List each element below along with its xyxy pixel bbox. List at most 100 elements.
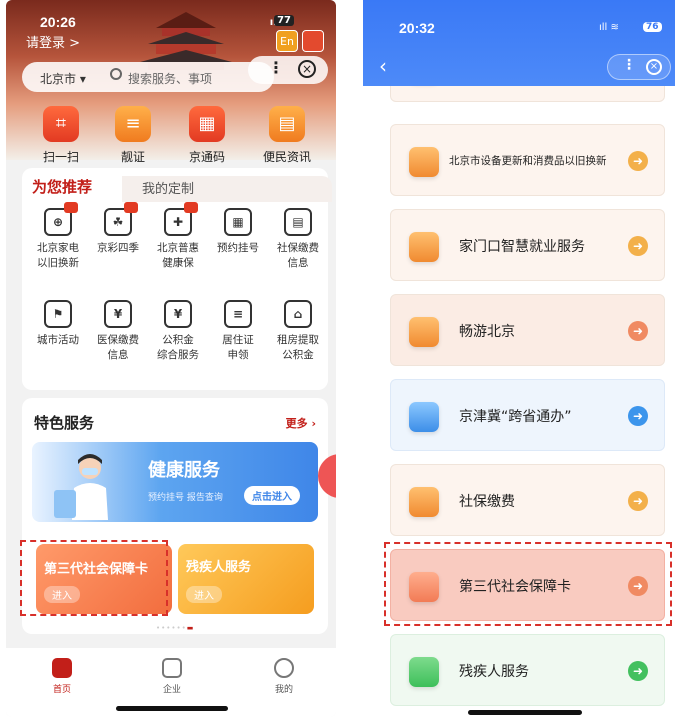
grid-label-2: 信息 (107, 349, 129, 361)
tab-mine[interactable]: 我的 (254, 658, 314, 695)
grid-label-1: 租房提取 (277, 334, 319, 346)
doctor-illustration (54, 454, 108, 520)
featured-title: 特色服务 (34, 414, 95, 432)
more-icon[interactable]: ⋮ (622, 57, 636, 73)
disability-service-banner[interactable]: 残疾人服务 进入 (178, 544, 314, 614)
grid-item[interactable]: ☘ 京彩四季 (88, 202, 148, 256)
miniapp-capsule: ⋮ × (248, 56, 328, 84)
quick-actions: ⌗ 扫一扫 ≡ 靓证 ▦ 京通码 ▤ 便民资讯 (6, 106, 336, 166)
grid-item[interactable]: ¥ 医保缴费 信息 (88, 300, 148, 363)
service-item[interactable]: 北京市设备更新和消费品以旧换新 ➜ (390, 124, 665, 196)
briefcase-icon (409, 232, 439, 262)
arrow-right-icon[interactable]: ➜ (628, 151, 648, 171)
health-enter-button[interactable]: 点击进入 (244, 486, 300, 505)
grid-item[interactable]: ▤ 社保缴费 信息 (268, 208, 328, 271)
service-item[interactable]: 残疾人服务 ➜ (390, 634, 665, 706)
grid-label-2: 信息 (287, 257, 309, 269)
service-item-partial[interactable] (390, 86, 665, 102)
quick-action-news[interactable]: ▤ 便民资讯 (252, 106, 322, 165)
quick-action-scan[interactable]: ⌗ 扫一扫 (26, 106, 96, 165)
id-card-icon (409, 487, 439, 517)
service-item[interactable]: 社保缴费 ➜ (390, 464, 665, 536)
grid-icon: ▤ (284, 208, 312, 236)
quick-action-id[interactable]: ≡ 靓证 (98, 106, 168, 165)
signal-icon: ıll ≋ (599, 22, 619, 33)
grid-glyph: ✚ (172, 215, 184, 229)
tab-home[interactable]: 首页 (32, 658, 92, 695)
language-button[interactable]: En (276, 30, 298, 52)
tab-recommend[interactable]: 为您推荐 (32, 176, 92, 197)
tab-label: 首页 (52, 685, 71, 695)
grid-glyph: ⊕ (52, 215, 64, 229)
grid-item[interactable]: ⚑ 城市活动 (28, 300, 88, 348)
health-subtitle: 预约挂号 报告查询 (148, 493, 223, 503)
grid-glyph: ▤ (292, 215, 304, 229)
service-label: 畅游北京 (459, 324, 515, 340)
close-icon[interactable]: × (298, 60, 316, 78)
grid-icon: ⌂ (284, 300, 312, 328)
grid-label-2: 申领 (227, 349, 249, 361)
arrow-right-icon[interactable]: ➜ (628, 661, 648, 681)
tab-custom[interactable]: 我的定制 (122, 176, 332, 202)
grid-item[interactable]: ⌂ 租房提取 公积金 (268, 300, 328, 363)
service-label: 北京市设备更新和消费品以旧换新 (449, 155, 607, 167)
more-icon[interactable]: ⋮ (268, 58, 284, 77)
news-icon: ▤ (269, 106, 305, 142)
quick-label: 便民资讯 (262, 150, 311, 164)
grid-label-1: 京彩四季 (97, 242, 139, 254)
grid-label-1: 城市活动 (37, 334, 79, 346)
grid-item[interactable]: ▦ 预约挂号 (208, 208, 268, 256)
renewal-icon (409, 147, 439, 177)
grid-icon: ☘ (104, 202, 138, 236)
grid-label-1: 北京普惠 (157, 242, 199, 254)
profile-badge-icon[interactable] (302, 30, 324, 52)
arrow-right-icon[interactable]: ➜ (628, 321, 648, 341)
disabled-enter-button[interactable]: 进入 (186, 586, 222, 603)
health-service-banner[interactable]: 健康服务 预约挂号 报告查询 点击进入 (32, 442, 318, 522)
arrow-right-icon[interactable]: ➜ (628, 236, 648, 256)
grid-item[interactable]: ≡ 居住证 申领 (208, 300, 268, 363)
grid-icon: ▦ (224, 208, 252, 236)
status-time: 20:26 (40, 14, 76, 30)
arrow-right-icon[interactable]: ➜ (628, 406, 648, 426)
service-label: 家门口智慧就业服务 (459, 239, 585, 255)
city-selector[interactable]: 北京市 ▾ (40, 70, 86, 87)
search-bar[interactable]: 北京市 ▾ 搜索服务、事项 (22, 62, 274, 92)
service-label: 残疾人服务 (459, 664, 529, 680)
tab-enterprise[interactable]: 企业 (142, 658, 202, 695)
service-item[interactable]: 京津冀“跨省通办” ➜ (390, 379, 665, 451)
grid-label-1: 公积金 (162, 334, 194, 346)
grid-icon: ⊕ (44, 202, 78, 236)
grid-glyph: ⚑ (52, 307, 64, 321)
document-icon (409, 402, 439, 432)
tab-label: 我的 (274, 685, 293, 695)
hot-badge-icon (64, 202, 78, 213)
service-item[interactable]: 家门口智慧就业服务 ➜ (390, 209, 665, 281)
battery-icon: 77 (274, 15, 294, 26)
battery-icon: 76 (643, 22, 662, 32)
grid-glyph: ▦ (232, 215, 244, 229)
scan-icon: ⌗ (43, 106, 79, 142)
grid-label-2: 健康保 (162, 257, 194, 269)
grid-item[interactable]: ✚ 北京普惠健康保 (148, 202, 208, 271)
nav-header: 20:32 ıll ≋ 76 ‹ ⋮ × (363, 0, 675, 86)
arrow-right-icon[interactable]: ➜ (628, 491, 648, 511)
grid-label-1: 北京家电 (37, 242, 79, 254)
building-icon (162, 658, 182, 678)
grid-item[interactable]: ⊕ 北京家电 以旧换新 (28, 202, 88, 271)
grid-item[interactable]: ¥ 公积金 综合服务 (148, 300, 208, 363)
service-label: 京津冀“跨省通办” (459, 409, 572, 425)
back-icon[interactable]: ‹ (379, 54, 387, 78)
search-placeholder[interactable]: 搜索服务、事项 (128, 70, 212, 87)
grid-icon: ⚑ (44, 300, 72, 328)
close-icon[interactable]: × (646, 59, 662, 75)
quick-action-qrcode[interactable]: ▦ 京通码 (172, 106, 242, 165)
grid-label-1: 医保缴费 (97, 334, 139, 346)
grid-label-1: 居住证 (222, 334, 254, 346)
service-item[interactable]: 畅游北京 ➜ (390, 294, 665, 366)
login-link[interactable]: 请登录 > (26, 32, 80, 51)
home-icon (52, 658, 72, 678)
more-link[interactable]: 更多 › (286, 415, 316, 431)
hot-badge-icon (124, 202, 138, 213)
grid-label-1: 预约挂号 (217, 242, 259, 254)
